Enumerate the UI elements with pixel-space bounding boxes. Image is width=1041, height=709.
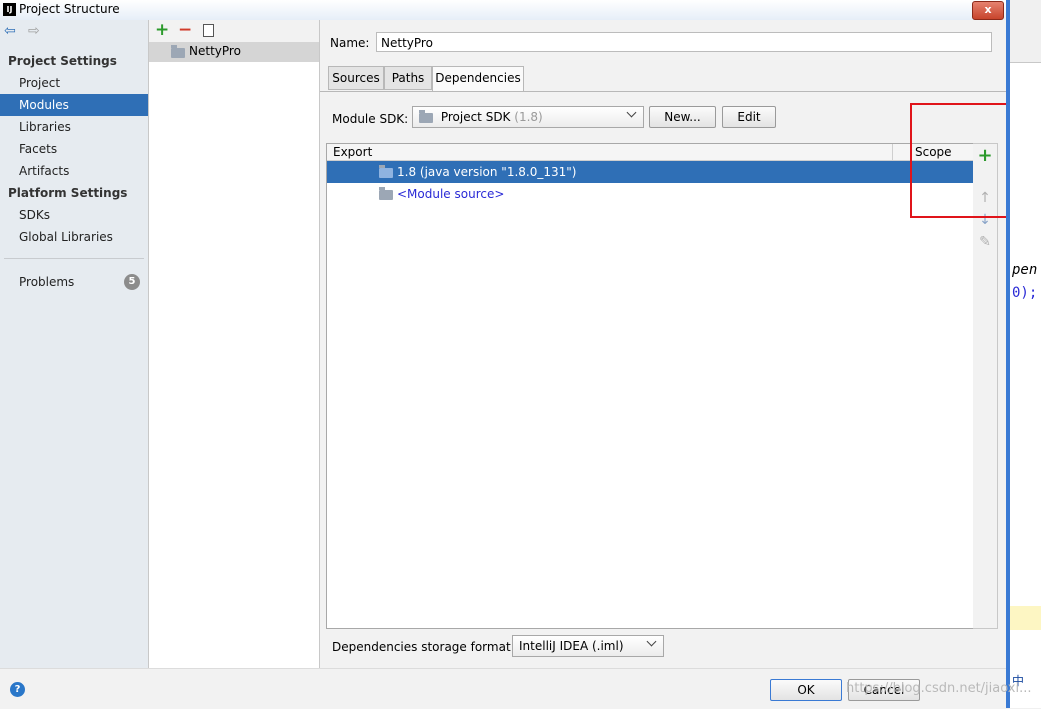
ok-button[interactable]: OK	[770, 679, 842, 701]
tab-dependencies[interactable]: Dependencies	[432, 66, 524, 92]
nav-toolbar: ⇦ ⇨	[0, 20, 148, 44]
dependency-label: 1.8 (java version "1.8.0_131")	[397, 165, 577, 179]
tab-underline	[320, 91, 1006, 92]
module-name-input[interactable]: NettyPro	[376, 32, 992, 52]
module-folder-icon	[171, 45, 185, 58]
close-button[interactable]: x	[972, 1, 1004, 20]
project-settings-header: Project Settings	[8, 54, 117, 68]
module-name: NettyPro	[189, 44, 241, 58]
edit-pencil-icon[interactable]: ✎	[977, 234, 993, 250]
module-sdk-label: Module SDK:	[332, 112, 409, 126]
dependency-label: <Module source>	[397, 187, 505, 201]
dependencies-table: Export Scope 1.8 (java version "1.8.0_13…	[326, 143, 974, 629]
module-list-panel: + − NettyPro	[149, 20, 320, 668]
sidebar-item-global-libraries[interactable]: Global Libraries	[0, 226, 148, 248]
jdk-folder-icon	[379, 165, 393, 178]
module-sdk-select[interactable]: Project SDK (1.8)	[412, 106, 644, 128]
sidebar-item-libraries[interactable]: Libraries	[0, 116, 148, 138]
problems-label: Problems	[19, 275, 75, 289]
editor-code-line: pen	[1012, 262, 1038, 278]
copy-module-icon[interactable]	[200, 22, 214, 37]
module-detail-panel: Name: NettyPro Sources Paths Dependencie…	[320, 20, 1006, 668]
project-structure-dialog: IJ Project Structure x ⇦ ⇨ Project Setti…	[0, 0, 1006, 709]
table-header: Export Scope	[327, 144, 973, 161]
sdk-value: Project SDK	[440, 110, 511, 124]
dependency-row-module-source[interactable]: <Module source>	[327, 183, 973, 205]
title-bar: IJ Project Structure x	[0, 0, 1006, 21]
edit-sdk-button[interactable]: Edit	[722, 106, 776, 128]
dependency-row-jdk[interactable]: 1.8 (java version "1.8.0_131")	[327, 161, 973, 183]
sidebar-item-sdks[interactable]: SDKs	[0, 204, 148, 226]
sidebar-item-artifacts[interactable]: Artifacts	[0, 160, 148, 182]
sidebar-item-project[interactable]: Project	[0, 72, 148, 94]
sdk-folder-icon	[419, 109, 433, 123]
help-icon[interactable]: ?	[10, 682, 25, 697]
source-folder-icon	[379, 187, 393, 200]
storage-format-value: IntelliJ IDEA (.iml)	[519, 639, 624, 653]
intellij-app-icon: IJ	[3, 3, 16, 16]
tab-sources[interactable]: Sources	[328, 66, 384, 90]
module-list-toolbar: + −	[149, 20, 319, 42]
storage-format-label: Dependencies storage format:	[332, 640, 515, 654]
watermark-text: https://blog.csdn.net/jiaoxi...	[846, 681, 1032, 696]
sidebar-item-problems[interactable]: Problems 5	[0, 271, 148, 293]
sidebar-item-modules[interactable]: Modules	[0, 94, 148, 116]
background-editor: pen 0); 中	[1006, 0, 1041, 708]
name-label: Name:	[330, 36, 370, 50]
add-module-icon[interactable]: +	[155, 20, 169, 40]
tab-paths[interactable]: Paths	[384, 66, 432, 90]
new-sdk-button[interactable]: New...	[649, 106, 716, 128]
back-arrow-icon[interactable]: ⇦	[4, 23, 16, 39]
sdk-version: (1.8)	[514, 110, 543, 124]
remove-module-icon[interactable]: −	[178, 20, 192, 40]
sidebar-item-facets[interactable]: Facets	[0, 138, 148, 160]
sidebar-divider	[4, 258, 144, 259]
settings-sidebar: ⇦ ⇨ Project Settings Project Modules Lib…	[0, 20, 149, 668]
module-item-nettypro[interactable]: NettyPro	[149, 42, 319, 62]
platform-settings-header: Platform Settings	[8, 186, 128, 200]
column-export[interactable]: Export	[333, 144, 372, 160]
editor-code-line: 0);	[1012, 285, 1038, 301]
storage-format-select[interactable]: IntelliJ IDEA (.iml)	[512, 635, 664, 657]
window-title: Project Structure	[19, 2, 120, 16]
problems-count-badge: 5	[124, 274, 140, 290]
forward-arrow-icon[interactable]: ⇨	[28, 23, 40, 39]
